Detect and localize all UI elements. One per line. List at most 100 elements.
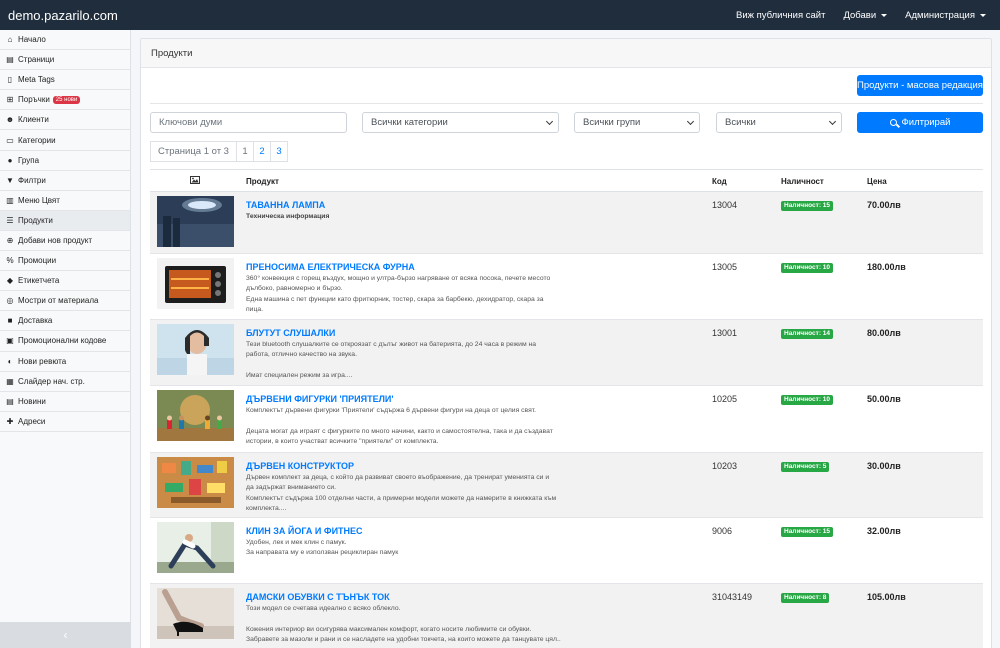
sidebar-item-8[interactable]: ▥ Меню Цвят [0, 191, 130, 211]
add-dropdown[interactable]: Добави [843, 10, 888, 21]
description-line: Удобен, лек и мек клин с памук. [246, 539, 347, 546]
high-heels-image[interactable] [157, 588, 234, 639]
description-line: да задържат вниманието си. [246, 484, 337, 492]
product-name-link[interactable]: ПРЕНОСИМА ЕЛЕКТРИЧЕСКА ФУРНА [246, 262, 415, 272]
administration-dropdown[interactable]: Администрация [905, 10, 986, 21]
sidebar-item-label: Меню Цвят [18, 195, 60, 205]
filter-button[interactable]: Филтрирай [857, 112, 983, 133]
electric-oven-image[interactable] [157, 258, 234, 309]
sidebar-item-2[interactable]: ▯ Meta Tags [0, 70, 130, 91]
sidebar-item-3[interactable]: ⊞ Поръчки 25 нови [0, 90, 130, 111]
description-line [246, 614, 561, 624]
product-name-link[interactable]: ТАВАННА ЛАМПА [246, 200, 325, 210]
product-code: 31043149 [712, 592, 753, 602]
sidebar-item-label: Новини [18, 396, 46, 406]
description-line: дълбоко, равномерно и бързо. [246, 285, 343, 293]
stock-badge: Наличност: 8 [781, 593, 830, 603]
yoga-leggings-image[interactable] [157, 522, 234, 573]
product-code: 9006 [712, 526, 733, 536]
sidebar-item-12[interactable]: ◆ Етикетчета [0, 271, 130, 292]
search-icon [889, 119, 897, 126]
sidebar-item-15[interactable]: ▣ Промоционални кодове [0, 331, 130, 352]
table-row: ДЪРВЕНИ ФИГУРКИ 'ПРИЯТЕЛИ' Комплектът дър… [150, 386, 983, 453]
sidebar-item-label: Добави нов продукт [18, 235, 93, 245]
product-code: 13005 [712, 262, 738, 272]
divider [150, 103, 983, 104]
product-name-link[interactable]: ДАМСКИ ОБУВКИ С ТЪНЪК ТОК [246, 592, 390, 602]
sidebar-item-4[interactable]: ☻ Клиенти [0, 110, 130, 131]
group-select[interactable]: Всички групи [574, 112, 700, 133]
sidebar-item-10[interactable]: ⊕ Добави нов продукт [0, 231, 130, 252]
status-select[interactable]: Всички [716, 112, 842, 133]
group-icon: ● [7, 155, 13, 165]
sidebar-menu: ⌂ Начало ▤ Страници ▯ Meta Tags ⊞ Поръчки 25 нов… [0, 30, 130, 432]
sidebar-collapse-button[interactable]: ‹ [0, 622, 131, 648]
product-name-link[interactable]: БЛУТУТ СЛУШАЛКИ [246, 328, 335, 338]
chevron-down-icon [545, 117, 554, 126]
wooden-constructor-image[interactable] [157, 457, 234, 508]
filter-icon: ▼ [6, 175, 14, 185]
sidebar-item-label: Продукти [18, 215, 53, 225]
table-row: ДЪРВЕН КОНСТРУКТОР Дървен комплект за дец… [150, 453, 983, 518]
caret-down-icon [980, 13, 986, 17]
orders-badge: 25 нови [52, 95, 81, 104]
keyword-search-input[interactable]: Ключови думи [150, 112, 347, 133]
sidebar-item-6[interactable]: ● Група [0, 151, 130, 171]
description-line: пица. [246, 305, 264, 313]
sidebar-item-16[interactable]: ◐ Нови ревюта [0, 352, 130, 372]
sidebar-item-13[interactable]: ◎ Мостри от материала [0, 291, 130, 312]
product-description: Тези bluetooth слушалките се откроязат с… [246, 340, 561, 381]
wooden-figures-image[interactable] [157, 390, 234, 441]
truck-icon: ■ [7, 316, 13, 326]
sidebar-item-5[interactable]: ▭ Категории [0, 130, 130, 151]
pagination-info: Страница 1 от 3 [150, 141, 237, 162]
sidebar-item-label: Доставка [18, 316, 53, 326]
sidebar-item-17[interactable]: ▦ Слайдер нач. стр. [0, 372, 130, 392]
product-code: 10205 [712, 394, 738, 404]
stock-badge: Наличност: 14 [781, 329, 834, 339]
sidebar-item-label: Клиенти [18, 115, 49, 125]
product-price: 50.00лв [867, 394, 901, 404]
sidebar-item-9[interactable]: ☰ Продукти [0, 210, 130, 231]
stock-badge: Наличност: 10 [781, 395, 834, 405]
description-line: Комплектът дървени фигурки 'Приятели' съ… [246, 407, 537, 414]
top-navbar: demo.pazarilo.com Виж публичния сайт Доб… [0, 0, 1000, 30]
chevron-down-icon [686, 117, 695, 126]
bulk-edit-button[interactable]: Продукти - масова редакция [857, 75, 983, 96]
product-name-link[interactable]: ДЪРВЕН КОНСТРУКТОР [246, 461, 354, 471]
category-select[interactable]: Всички категории [362, 112, 559, 133]
sample-icon: ◎ [6, 296, 14, 306]
page-2-link[interactable]: 2 [252, 141, 271, 162]
product-name-link[interactable]: КЛИН ЗА ЙОГА И ФИТНЕС [246, 526, 363, 536]
product-name-link[interactable]: ДЪРВЕНИ ФИГУРКИ 'ПРИЯТЕЛИ' [246, 394, 394, 404]
stock-badge: Наличност: 15 [781, 527, 834, 537]
chevron-down-icon [828, 117, 837, 126]
sidebar-item-label: Meta Tags [18, 75, 55, 85]
product-description: Техническа информация [246, 212, 561, 222]
file-icon: ▯ [7, 75, 13, 85]
sidebar-item-7[interactable]: ▼ Филтри [0, 171, 130, 191]
sidebar-item-label: Мостри от материала [18, 296, 99, 306]
product-description: Комплектът дървени фигурки 'Приятели' съ… [246, 406, 561, 447]
description-line: Забравете за мазоли и рани и се насладет… [246, 635, 561, 643]
description-line [246, 416, 561, 426]
bluetooth-headphones-image[interactable] [157, 324, 234, 375]
ceiling-lamp-image[interactable] [157, 196, 234, 247]
sidebar-item-11[interactable]: % Промоции [0, 251, 130, 272]
sidebar-item-label: Адреси [18, 416, 46, 426]
sidebar-item-18[interactable]: ▤ Новини [0, 392, 130, 412]
page-3-link[interactable]: 3 [269, 141, 288, 162]
ticket-icon: ▣ [6, 336, 14, 346]
brand-link[interactable]: demo.pazarilo.com [0, 8, 300, 23]
product-price: 80.00лв [867, 328, 901, 338]
product-description: Този модел се счетава идеално с всяко об… [246, 604, 561, 645]
sidebar-item-14[interactable]: ■ Доставка [0, 311, 130, 332]
description-line: работа, отлично качество на звука. [246, 351, 357, 359]
view-public-site-link[interactable]: Виж публичния сайт [736, 10, 825, 21]
sidebar-item-0[interactable]: ⌂ Начало [0, 30, 130, 51]
sidebar-item-1[interactable]: ▤ Страници [0, 50, 130, 71]
image-icon [190, 176, 200, 186]
description-line: Тези bluetooth слушалките се откроязат с… [246, 341, 537, 348]
product-description: Дървен комплект за деца, с който да разв… [246, 473, 561, 514]
sidebar-item-19[interactable]: ✚ Адреси [0, 412, 130, 432]
